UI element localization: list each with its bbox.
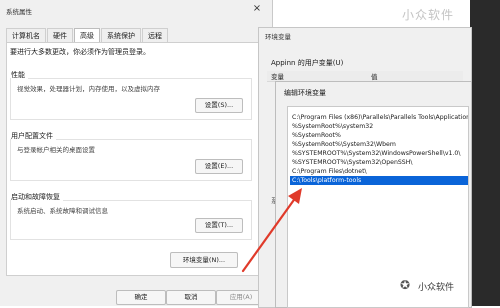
annotation-arrow [241,188,302,273]
wechat-icon: ✪ [400,278,411,292]
watermark-top: 小众软件 [402,8,455,22]
watermark-bottom: 小众软件 [418,283,455,293]
